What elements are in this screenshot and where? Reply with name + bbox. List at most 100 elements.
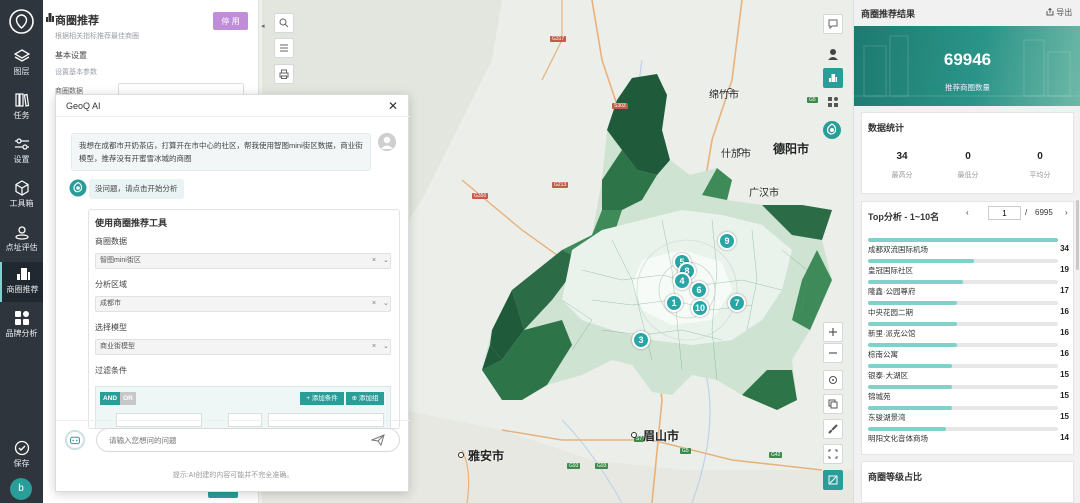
road-badge: G42	[769, 452, 783, 458]
clear-icon[interactable]: ×	[372, 340, 376, 354]
ranking-row[interactable]: 新里·派克公馆 16	[868, 320, 1069, 341]
page-input[interactable]	[988, 206, 1021, 220]
map-business-area-button[interactable]	[823, 68, 843, 88]
export-icon	[1046, 7, 1054, 16]
stop-button[interactable]: 停 用	[213, 12, 248, 30]
map-search-button[interactable]	[274, 13, 294, 33]
chat-input[interactable]	[96, 428, 400, 452]
ranking-name: 中央花园二期	[868, 308, 913, 317]
field-label: 商圈数据	[95, 237, 127, 246]
ranking-row[interactable]: 锦城苑 15	[868, 383, 1069, 404]
fullscreen-button[interactable]	[823, 444, 843, 464]
ranking-row[interactable]: 中央花园二期 16	[868, 299, 1069, 320]
scrollbar[interactable]	[1076, 200, 1079, 270]
send-icon[interactable]	[371, 434, 385, 446]
recommended-count: 69946	[943, 50, 992, 69]
divider	[56, 420, 410, 421]
road-badge: G93	[595, 463, 609, 469]
map-ai-button[interactable]	[822, 120, 842, 140]
select-value: 成都市	[100, 300, 121, 307]
ranking-row[interactable]: 成都双流国际机场 34	[868, 236, 1069, 257]
panel-collapse-icon[interactable]: ◂	[261, 22, 269, 38]
clear-icon[interactable]: ×	[372, 254, 376, 268]
panel-title: 商圈推荐	[55, 15, 99, 27]
next-page-icon[interactable]: ›	[1065, 208, 1068, 217]
buildings-icon	[46, 13, 54, 22]
ranking-score: 16	[1060, 328, 1069, 337]
books-icon	[14, 93, 29, 107]
map-locate-person-button[interactable]	[823, 44, 843, 64]
ranking-row[interactable]: 棕南公寓 16	[868, 341, 1069, 362]
zoom-in-button[interactable]	[823, 322, 843, 342]
field-label: 分析区域	[95, 280, 127, 289]
bot-icon[interactable]	[65, 430, 85, 450]
close-icon[interactable]: ✕	[388, 99, 398, 113]
result-marker[interactable]: 4	[673, 272, 691, 290]
app-logo-icon[interactable]	[8, 8, 35, 35]
nav-item-site-evaluation[interactable]: 点址评估	[0, 220, 43, 260]
add-condition-button[interactable]: + 添加条件	[300, 392, 344, 405]
chevron-down-icon[interactable]: ⌄	[383, 297, 389, 311]
ranking-row[interactable]: 银泰·大湖区 15	[868, 362, 1069, 383]
map-brand-button[interactable]	[823, 92, 843, 112]
business-data-select[interactable]: 智图mini街区 × ⌄	[95, 253, 391, 269]
copy-button[interactable]	[823, 394, 843, 414]
top-analysis-card: Top分析 - 1~10名 ‹ / 6995 › 成都双流国际机场 34 皇冠国际社…	[861, 201, 1074, 455]
result-marker[interactable]: 3	[632, 331, 650, 349]
add-group-button[interactable]: ⊕ 添加组	[346, 392, 384, 405]
result-marker[interactable]: 1	[665, 294, 683, 312]
map-print-button[interactable]	[274, 64, 294, 84]
left-navigation: 图层 任务 设置 工具箱 点址评估 商圈推荐 品牌分析 保存 b	[0, 0, 43, 503]
road-badge: S303	[612, 103, 628, 109]
road-badge: G317	[550, 36, 567, 42]
user-avatar[interactable]: b	[10, 478, 32, 500]
nav-item-toolbox[interactable]: 工具箱	[0, 176, 43, 216]
locate-button[interactable]	[823, 370, 843, 390]
result-marker[interactable]: 10	[691, 299, 709, 317]
ranking-name: 东骏湖景湾	[868, 413, 906, 422]
export-button[interactable]: 导出	[1046, 7, 1072, 18]
nav-label: 图层	[13, 67, 30, 76]
zoom-out-button[interactable]	[823, 343, 843, 363]
clear-icon[interactable]: ×	[372, 297, 376, 311]
prev-page-icon[interactable]: ‹	[966, 208, 969, 217]
nav-label: 品牌分析	[5, 329, 38, 338]
nav-item-settings[interactable]: 设置	[0, 132, 43, 172]
city-label: 眉山市	[643, 429, 680, 443]
analysis-area-select[interactable]: 成都市 × ⌄	[95, 296, 391, 312]
map-chat-button[interactable]	[823, 14, 843, 34]
sliders-icon	[14, 138, 29, 150]
ranking-score: 16	[1060, 349, 1069, 358]
cube-icon	[14, 180, 29, 196]
select-value: 智图mini街区	[100, 257, 141, 264]
city-dot	[631, 432, 637, 438]
result-marker[interactable]: 9	[718, 232, 736, 250]
nav-item-business-area[interactable]: 商圈推荐	[0, 262, 43, 302]
road-badge: G350	[472, 193, 489, 199]
nav-item-brand-analysis[interactable]: 品牌分析	[0, 306, 43, 346]
score-bar	[868, 427, 946, 431]
ranking-row[interactable]: 隆鑫·公园尊府 17	[868, 278, 1069, 299]
city-label: 雅安市	[468, 449, 505, 463]
chevron-down-icon[interactable]: ⌄	[383, 254, 389, 268]
draw-button[interactable]	[823, 470, 843, 490]
chevron-down-icon[interactable]: ⌄	[383, 340, 389, 354]
or-toggle[interactable]: OR	[120, 392, 136, 405]
measure-button[interactable]	[823, 419, 843, 439]
road-badge: G5	[680, 448, 691, 454]
ranking-score: 19	[1060, 265, 1069, 274]
ranking-row[interactable]: 皇冠国际社区 19	[868, 257, 1069, 278]
model-select[interactable]: 商业街模型 × ⌄	[95, 339, 391, 355]
nav-item-tasks[interactable]: 任务	[0, 88, 43, 128]
save-button[interactable]: 保存	[0, 436, 43, 476]
ranking-row[interactable]: 明阳文化音体商场 14	[868, 425, 1069, 446]
ranking-row[interactable]: 东骏湖景湾 15	[868, 404, 1069, 425]
result-marker[interactable]: 6	[690, 281, 708, 299]
map-list-button[interactable]	[274, 38, 294, 58]
ranking-name: 银泰·大湖区	[868, 371, 908, 380]
result-marker[interactable]: 7	[728, 294, 746, 312]
nav-item-layers[interactable]: 图层	[0, 44, 43, 84]
stats-title: 数据统计	[868, 123, 905, 133]
draw-shape-icon	[828, 475, 838, 485]
and-toggle[interactable]: AND	[100, 392, 120, 405]
